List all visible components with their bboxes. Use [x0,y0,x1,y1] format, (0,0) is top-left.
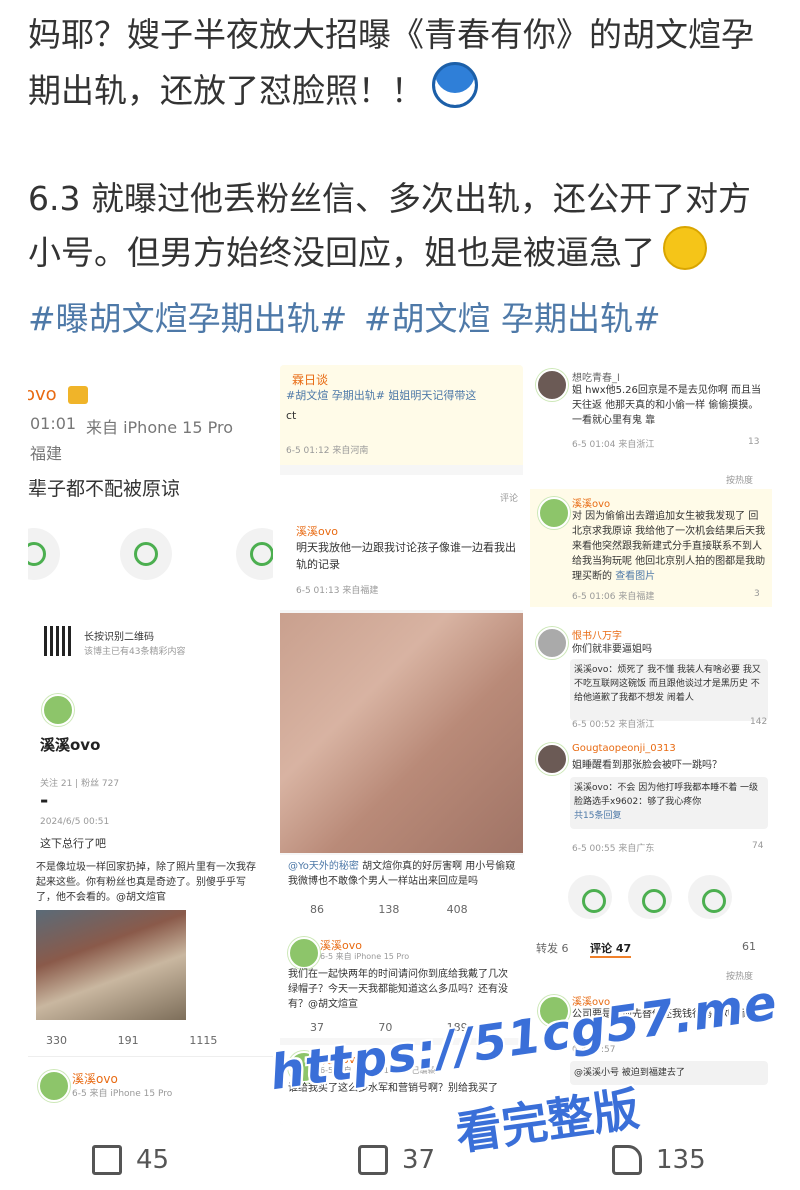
panel1-time: 01:01 [30,414,77,433]
comment-time: 6-5 01:13 来自福建 [296,586,379,596]
like-count[interactable]: 1115 [189,1034,261,1047]
share-icon [92,1145,122,1175]
like-count[interactable]: 3 [754,589,760,599]
share-wechat-icon[interactable] [568,875,612,919]
comment-author[interactable]: 溪溪ovo [72,1070,118,1087]
follow-stats: 关注 21 | 粉丝 727 [40,779,120,789]
reply-box[interactable]: 溪溪ovo：烦死了 我不懂 我装人有啥必要 我又不吃互联网这碗饭 而且跟他谈过才… [570,659,768,721]
avatar[interactable] [536,743,568,775]
profile-name: 溪溪ovo [40,736,101,754]
sort-toggle[interactable]: 按热度 [726,473,753,486]
avatar[interactable] [288,937,320,969]
comment-time: 6-5 00:55 来自广东 [572,844,655,854]
like-count[interactable]: 13 [748,437,759,447]
panel1-location: 福建 [30,444,63,463]
more-replies-link[interactable]: 共15条回复 [574,811,621,821]
panel1-username: ovo [28,384,57,405]
post-line-2: 6.3 就曝过他丢粉丝信、多次出轨，还公开了对方小号。但男方始终没回应，姐也是被… [28,179,751,272]
comment-text: 明天我放他一边跟我讨论孩子像谁一边看我出轨的记录 [296,541,516,571]
share-button[interactable]: 45 [92,1145,169,1175]
tab-repost[interactable]: 转发 6 [536,940,569,956]
thumbs-up-icon [612,1145,642,1175]
like-count[interactable]: 142 [750,717,767,727]
comment-text: 对 因为偷偷出去蹭追加女生被我发现了 回北京求我原谅 我给他了一次机会结果后天我… [572,511,766,582]
divider [28,1056,273,1057]
evidence-photo[interactable] [36,910,186,1020]
tab-likes[interactable]: 61 [742,940,756,953]
more-link[interactable]: 评论 [500,491,518,504]
post-date: 2024/6/5 00:51 [40,817,110,827]
like-count: 135 [656,1145,706,1175]
comment-text: 你们就非要逼姐吗 [572,644,652,655]
panel2-counts: 86 138 408 [310,903,515,916]
tab-comments[interactable]: 评论 47 [590,940,632,958]
panel1-counts: 330 191 1115 [46,1034,261,1047]
panel1-source: 来自 iPhone 15 Pro [86,418,234,437]
avatar[interactable] [42,694,74,726]
avatar[interactable] [538,497,570,529]
dash-text: - [40,788,49,812]
comment-author[interactable]: 想吃青春_l [572,369,620,384]
comment-time: 6-5 01:04 来自浙江 [572,440,655,450]
hashtag-row: #曝胡文煊孕期出轨# #胡文煊 孕期出轨# [28,292,667,340]
avatar[interactable] [536,627,568,659]
repost-count[interactable]: 86 [310,903,378,916]
qr-label: 长按识别二维码 [84,632,154,643]
comment-author[interactable]: Gougtaopeonji_0313 [572,743,676,754]
screenshot-panel-2: 霖日谈 #胡文煊 孕期出轨# 姐姐明天记得带这 ct 6-5 01:12 来自河… [280,365,523,1125]
screenshot-panel-1: ovo 01:01 来自 iPhone 15 Pro 福建 辈子都不配被原谅 长… [28,370,273,1125]
avatar[interactable] [536,369,568,401]
like-count[interactable]: 74 [752,841,763,851]
qr-code-icon [44,626,74,656]
doraemon-emoji-icon [432,62,478,108]
hashtag-link[interactable]: #胡文煊 孕期出轨# [364,299,661,338]
comment-count[interactable]: 191 [118,1034,190,1047]
like-button[interactable]: 135 [612,1145,706,1175]
panel1-text: 辈子都不配被原谅 [28,478,181,500]
comment-meta: 6-5 来自 iPhone 15 Pro [72,1089,173,1099]
face-closeup-photo[interactable] [280,613,523,853]
panel2-username[interactable]: 霖日谈 [292,371,328,388]
comment-button[interactable]: 37 [358,1145,435,1175]
body-text: 不是像垃圾一样回家扔掉，除了照片里有一次我存起来这些。你有粉丝也真是奇迹了。别傻… [36,862,256,903]
comment-count: 37 [402,1145,436,1175]
comment-author[interactable]: 恨书八万字 [572,627,622,642]
share-wechat-icon[interactable] [28,528,60,580]
share-save-icon[interactable] [688,875,732,919]
like-count[interactable]: 408 [447,903,515,916]
comment-meta: 6-5 来自 iPhone 15 Pro [320,952,410,961]
comment-text: 姐 hwx他5.26回京是不是去见你啊 而且当天往返 他那天真的和小偷一样 偷偷… [572,385,762,426]
reply-text: @Yo天外的秘密 胡文煊你真的好厉害啊 用小号偷窥我微博也不敢像个男人一样站出来… [288,861,516,887]
comment-author[interactable]: 溪溪ovo [296,523,338,539]
share-save-icon[interactable] [236,528,273,580]
avatar[interactable] [38,1070,70,1102]
post-content: 妈耶？嫂子半夜放大招曝《青春有你》的胡文煊孕期出轨，还放了怼脸照！！ 6.3 就… [28,8,773,280]
repost-count[interactable]: 330 [46,1034,118,1047]
comment-count[interactable]: 138 [378,903,446,916]
share-count: 45 [136,1145,170,1175]
share-moments-icon[interactable] [120,528,172,580]
qr-sublabel: 该博主已有43条精彩内容 [84,647,186,657]
post-line-1: 妈耶？嫂子半夜放大招曝《青春有你》的胡文煊孕期出轨，还放了怼脸照！！ [28,15,754,110]
reply-box[interactable]: 溪溪ovo：不会 因为他打呼我都本睡不着 一级脸路选手x9602：够了我心疼你 … [570,777,768,829]
vip-crown-icon [68,386,88,404]
comment-author[interactable]: 溪溪ovo [572,495,610,510]
panel2-post-line: #胡文煊 孕期出轨# 姐姐明天记得带这 [286,389,477,402]
comment-time: 6-5 01:06 来自福建 [572,592,655,602]
caption-text: 这下总行了吧 [40,837,106,850]
share-moments-icon[interactable] [628,875,672,919]
panel2-post-line2: ct [286,409,297,422]
comment-time: 6-5 00:52 来自浙江 [572,720,655,730]
hashtag-link[interactable]: #曝胡文煊孕期出轨# [28,299,347,338]
comment-icon [358,1145,388,1175]
comment-text: 姐睡醒看到那张脸会被吓一跳吗？ [572,760,722,771]
comment-text: 我们在一起快两年的时间请问你到底给我戴了几次绿帽子？今天一天我都能知道这么多瓜吗… [288,969,508,1010]
panel2-time1: 6-5 01:12 来自河南 [286,446,369,456]
crying-laughing-emoji-icon [663,226,707,270]
